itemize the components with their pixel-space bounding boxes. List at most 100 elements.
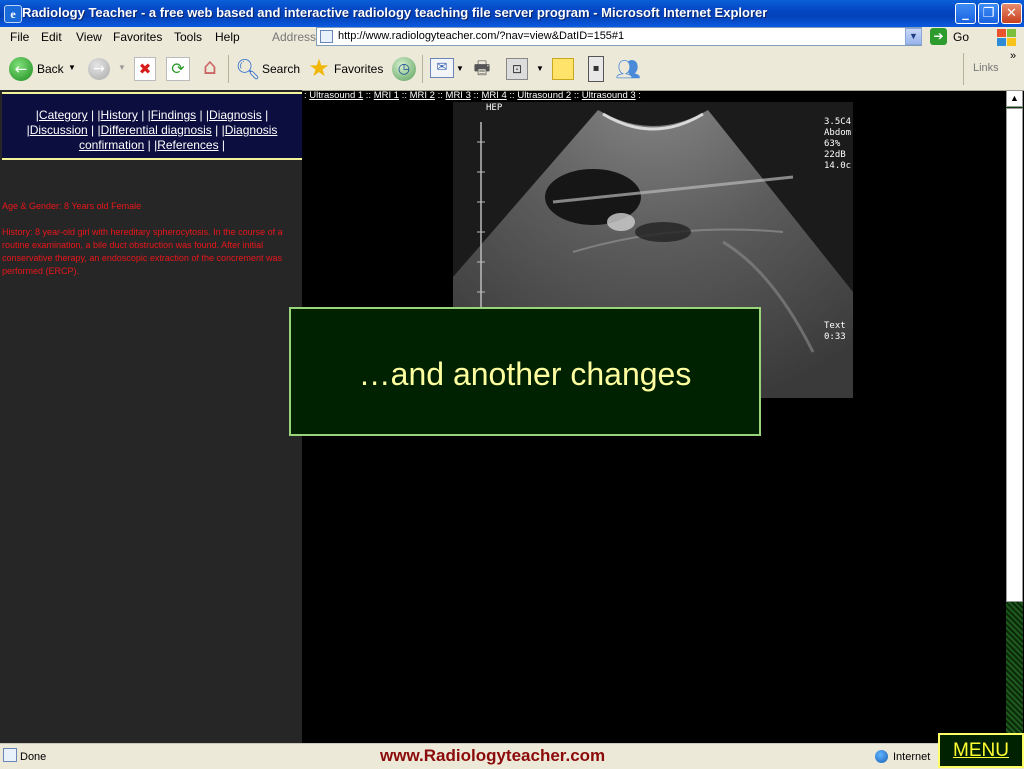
series-link-mri-2[interactable]: MRI 2	[410, 90, 435, 101]
series-link-mri-1[interactable]: MRI 1	[374, 90, 399, 101]
nav-separator: |	[137, 108, 145, 122]
edit-icon[interactable]: ⊡	[506, 58, 528, 80]
search-button[interactable]: 🔍︎ Search	[233, 55, 301, 83]
series-separator: ::	[437, 90, 443, 101]
security-zone-text: Internet	[893, 751, 931, 763]
nav-separator: |	[87, 123, 95, 137]
home-icon[interactable]: ⌂	[197, 55, 223, 81]
edit-dropdown-icon[interactable]: ▼	[536, 64, 544, 73]
menu-edit[interactable]: Edit	[41, 30, 62, 44]
menu-tools[interactable]: Tools	[174, 30, 202, 44]
mail-icon[interactable]: ✉	[430, 58, 454, 78]
age-gender-text: Age & Gender: 8 Years old Female	[2, 201, 142, 211]
nav-separator: |	[218, 138, 226, 152]
nav-link-discussion[interactable]: Discussion	[30, 123, 88, 137]
back-dropdown-icon[interactable]: ▼	[68, 63, 76, 72]
series-link-mri-3[interactable]: MRI 3	[446, 90, 471, 101]
slide-caption-box: …and another changes	[289, 307, 761, 436]
history-icon[interactable]: ◷	[392, 57, 416, 81]
nav-link-differential-diagnosis[interactable]: Differential diagnosis	[101, 123, 212, 137]
print-icon[interactable]: 🖶︎	[469, 57, 495, 81]
menu-help[interactable]: Help	[215, 30, 240, 44]
minimize-button[interactable]: _	[955, 3, 976, 24]
forward-button[interactable]: → ▼	[87, 57, 127, 81]
links-label[interactable]: Links	[973, 62, 999, 74]
series-lead: :	[304, 90, 307, 101]
go-button[interactable]: ➔ Go	[928, 27, 974, 47]
close-button[interactable]: ✕	[1001, 3, 1022, 24]
toolbar-chevron-icon[interactable]: »	[1010, 50, 1016, 62]
mail-dropdown-icon[interactable]: ▼	[456, 64, 464, 73]
window-title-bar[interactable]: e Radiology Teacher - a free web based a…	[0, 0, 1024, 27]
discuss-icon[interactable]	[552, 58, 574, 80]
favorites-button[interactable]: ★ Favorites	[305, 55, 383, 83]
ultrasound-label: HEP	[486, 103, 503, 113]
address-dropdown-icon[interactable]: ▼	[905, 28, 922, 45]
menu-button[interactable]: MENU	[938, 733, 1024, 768]
footer-website-url[interactable]: www.Radiologyteacher.com	[380, 746, 605, 766]
page-icon	[320, 30, 333, 43]
image-series-links: : Ultrasound 1 :: MRI 1 :: MRI 2 :: MRI …	[304, 90, 641, 101]
go-label: Go	[953, 30, 970, 44]
series-separator: ::	[509, 90, 515, 101]
case-info-panel	[0, 90, 302, 743]
nav-link-category[interactable]: Category	[39, 108, 88, 122]
favorites-label: Favorites	[334, 62, 384, 76]
research-icon[interactable]: ▪	[588, 56, 604, 82]
nav-separator: |	[87, 108, 95, 122]
series-separator: ::	[573, 90, 580, 101]
scrollbar-thumb[interactable]	[1006, 108, 1023, 602]
slide-caption-text: …and another changes	[358, 356, 692, 392]
nav-separator: |	[144, 138, 151, 152]
stop-icon[interactable]: ✖	[134, 57, 156, 81]
search-label: Search	[262, 62, 301, 76]
windows-logo-icon	[994, 26, 1018, 48]
nav-separator: |	[196, 108, 203, 122]
nav-link-history[interactable]: History	[101, 108, 138, 122]
nav-separator: |	[261, 108, 269, 122]
nav-link-references[interactable]: References	[157, 138, 218, 152]
globe-icon	[875, 750, 888, 763]
menu-file[interactable]: File	[10, 30, 29, 44]
refresh-icon[interactable]: ⟳	[166, 57, 190, 81]
back-arrow-icon: ←	[9, 57, 33, 81]
toolbar-separator	[963, 53, 964, 85]
address-input[interactable]: http://www.radiologyteacher.com/?nav=vie…	[338, 30, 624, 42]
scrollbar-track[interactable]	[1006, 602, 1023, 742]
history-text: History: 8 year-old girl with hereditary…	[2, 227, 283, 276]
messenger-icon[interactable]: 👥︎	[615, 56, 641, 82]
series-trail: :	[638, 90, 641, 101]
back-label: Back	[37, 62, 64, 76]
nav-link-findings[interactable]: Findings	[151, 108, 196, 122]
favorites-star-icon: ★	[308, 54, 330, 82]
search-magnifier-icon: 🔍︎	[235, 57, 261, 81]
maximize-button[interactable]: ❐	[978, 3, 999, 24]
ultrasound-parameters: 3.5C4 Abdom 63% 22dB 14.0c	[824, 117, 852, 171]
series-link-mri-4[interactable]: MRI 4	[481, 90, 506, 101]
case-nav-box: |Category | |History | |Findings | |Diag…	[2, 92, 302, 160]
page-status-icon	[3, 748, 17, 762]
internet-explorer-icon: e	[4, 5, 22, 23]
address-label: Address	[272, 30, 317, 44]
series-link-ultrasound-3[interactable]: Ultrasound 3	[582, 90, 636, 101]
series-separator: ::	[365, 90, 372, 101]
toolbar-separator	[228, 55, 229, 83]
menu-view[interactable]: View	[76, 30, 102, 44]
menu-button-label: MENU	[953, 740, 1009, 761]
series-link-ultrasound-1[interactable]: Ultrasound 1	[309, 90, 363, 101]
series-separator: ::	[401, 90, 407, 101]
nav-separator: |	[211, 123, 219, 137]
menu-favorites[interactable]: Favorites	[113, 30, 162, 44]
back-button[interactable]: ← Back ▼	[6, 55, 86, 83]
nav-link-diagnosis[interactable]: Diagnosis	[209, 108, 262, 122]
forward-arrow-icon: →	[88, 58, 110, 80]
forward-dropdown-icon[interactable]: ▼	[118, 63, 126, 72]
toolbar-separator	[422, 55, 423, 83]
scroll-up-arrow-icon[interactable]: ▲	[1006, 90, 1023, 107]
window-title: Radiology Teacher - a free web based and…	[22, 5, 768, 20]
go-arrow-icon: ➔	[930, 28, 947, 45]
address-bar[interactable]: http://www.radiologyteacher.com/?nav=vie…	[316, 27, 922, 46]
status-text: Done	[20, 751, 47, 763]
ultrasound-text-readout: Text 0:33	[824, 321, 846, 342]
series-link-ultrasound-2[interactable]: Ultrasound 2	[517, 90, 571, 101]
